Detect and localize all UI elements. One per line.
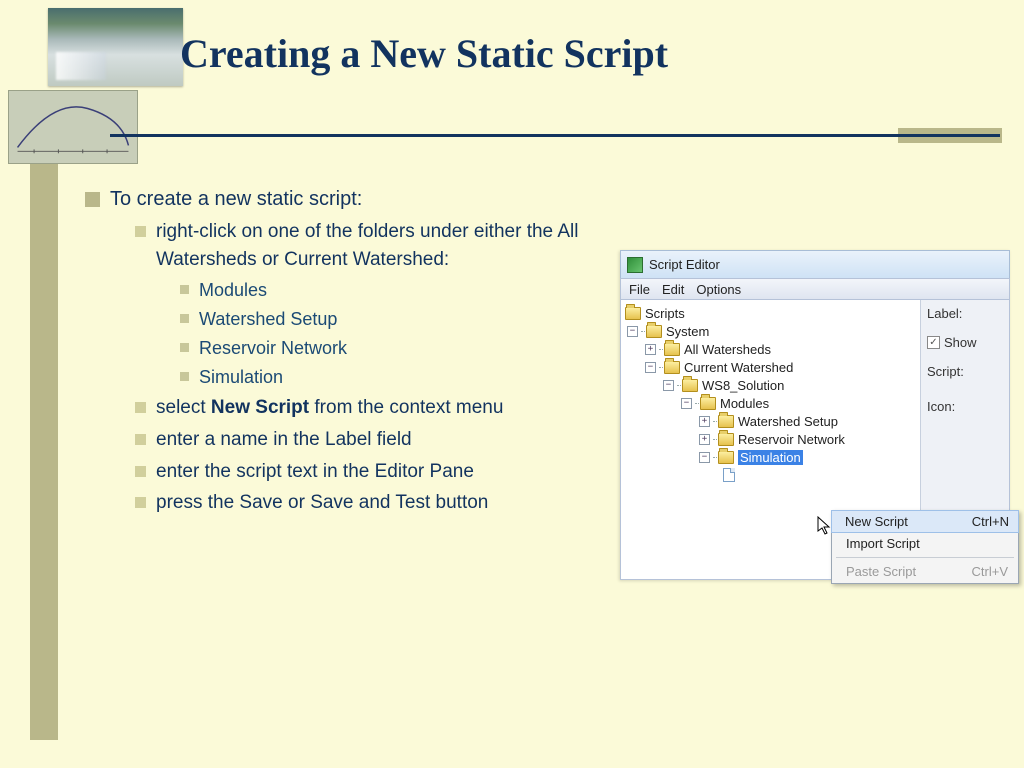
bullet-icon xyxy=(85,192,100,207)
menu-item-label: Import Script xyxy=(846,536,920,551)
tree-node-simulation[interactable]: − Simulation xyxy=(623,448,918,466)
menu-item-label: Paste Script xyxy=(846,564,916,579)
script-editor-window: Script Editor File Edit Options Scripts … xyxy=(620,250,1010,580)
decorative-vertical-bar xyxy=(30,160,58,740)
folder-icon xyxy=(664,361,680,374)
step-enter-script: enter the script text in the Editor Pane xyxy=(156,458,474,486)
bullet-icon xyxy=(135,497,146,508)
bullet-icon xyxy=(135,434,146,445)
title-underline xyxy=(110,134,1000,137)
menu-bar: File Edit Options xyxy=(620,278,1010,300)
bullet-icon xyxy=(135,226,146,237)
folder-icon xyxy=(718,415,734,428)
app-icon xyxy=(627,257,643,273)
folder-icon xyxy=(718,451,734,464)
tree-label: Current Watershed xyxy=(684,360,793,375)
expand-icon[interactable]: + xyxy=(699,416,710,427)
bullet-icon xyxy=(135,466,146,477)
collapse-icon[interactable]: − xyxy=(663,380,674,391)
context-item-import-script[interactable]: Import Script xyxy=(832,532,1018,555)
menu-file[interactable]: File xyxy=(629,282,650,297)
menu-options[interactable]: Options xyxy=(696,282,741,297)
tree-label: Modules xyxy=(720,396,769,411)
folder-icon xyxy=(700,397,716,410)
text-fragment: from the context menu xyxy=(309,397,503,418)
bullet-icon xyxy=(180,372,189,381)
folder-option: Reservoir Network xyxy=(199,335,347,361)
tree-node-all-watersheds[interactable]: + All Watersheds xyxy=(623,340,918,358)
slide-title: Creating a New Static Script xyxy=(180,30,668,77)
label-label: Label: xyxy=(927,306,962,321)
show-checkbox[interactable]: ✓ xyxy=(927,336,940,349)
folder-icon xyxy=(664,343,680,356)
tree-label: Watershed Setup xyxy=(738,414,838,429)
step-enter-label: enter a name in the Label field xyxy=(156,426,412,454)
intro-text: To create a new static script: xyxy=(110,185,362,214)
context-menu: New Script Ctrl+N Import Script Paste Sc… xyxy=(831,510,1019,584)
folder-option: Watershed Setup xyxy=(199,306,337,332)
collapse-icon[interactable]: − xyxy=(645,362,656,373)
tree-label: Scripts xyxy=(645,306,685,321)
file-icon xyxy=(723,468,735,482)
tree-node-system[interactable]: − System xyxy=(623,322,918,340)
text-fragment: select xyxy=(156,397,211,418)
label-script: Script: xyxy=(927,364,964,379)
step-rightclick: right-click on one of the folders under … xyxy=(156,218,630,273)
menu-item-shortcut: Ctrl+V xyxy=(972,564,1008,579)
tree-node-modules[interactable]: − Modules xyxy=(623,394,918,412)
dam-photo xyxy=(48,8,183,86)
label-show: Show xyxy=(944,335,977,350)
tree-label: All Watersheds xyxy=(684,342,771,357)
window-titlebar[interactable]: Script Editor xyxy=(620,250,1010,278)
context-item-new-script[interactable]: New Script Ctrl+N xyxy=(831,510,1019,533)
bullet-icon xyxy=(135,402,146,413)
folder-option: Simulation xyxy=(199,364,283,390)
bullet-icon xyxy=(180,285,189,294)
menu-item-label: New Script xyxy=(845,514,908,529)
tree-label-selected: Simulation xyxy=(738,450,803,465)
tree-label: System xyxy=(666,324,709,339)
chart-photo xyxy=(8,90,138,164)
expand-icon[interactable]: + xyxy=(645,344,656,355)
collapse-icon[interactable]: − xyxy=(681,398,692,409)
text-bold: New Script xyxy=(211,397,309,418)
menu-separator xyxy=(836,557,1014,558)
tree-node-file[interactable] xyxy=(623,466,918,484)
menu-edit[interactable]: Edit xyxy=(662,282,684,297)
tree-node-reservoir-network[interactable]: + Reservoir Network xyxy=(623,430,918,448)
window-title: Script Editor xyxy=(649,257,720,272)
tree-node-current-watershed[interactable]: − Current Watershed xyxy=(623,358,918,376)
tree-pane: Scripts −System +All Watersheds −Current… xyxy=(621,300,921,579)
tree-label: Reservoir Network xyxy=(738,432,845,447)
folder-icon xyxy=(625,307,641,320)
step-select: select New Script from the context menu xyxy=(156,394,503,422)
bullet-icon xyxy=(180,343,189,352)
step-press-save: press the Save or Save and Test button xyxy=(156,489,488,517)
label-icon: Icon: xyxy=(927,399,955,414)
folder-icon xyxy=(718,433,734,446)
tree-node-watershed-setup[interactable]: + Watershed Setup xyxy=(623,412,918,430)
menu-item-shortcut: Ctrl+N xyxy=(972,514,1009,529)
decorative-photos xyxy=(8,8,188,168)
tree-label: WS8_Solution xyxy=(702,378,784,393)
bullet-icon xyxy=(180,314,189,323)
expand-icon[interactable]: + xyxy=(699,434,710,445)
collapse-icon[interactable]: − xyxy=(627,326,638,337)
folder-icon xyxy=(682,379,698,392)
tree-node-solution[interactable]: − WS8_Solution xyxy=(623,376,918,394)
folder-option: Modules xyxy=(199,277,267,303)
collapse-icon[interactable]: − xyxy=(699,452,710,463)
tree-node-scripts[interactable]: Scripts xyxy=(623,304,918,322)
folder-icon xyxy=(646,325,662,338)
slide-content: To create a new static script: right-cli… xyxy=(85,185,630,521)
context-item-paste-script: Paste Script Ctrl+V xyxy=(832,560,1018,583)
